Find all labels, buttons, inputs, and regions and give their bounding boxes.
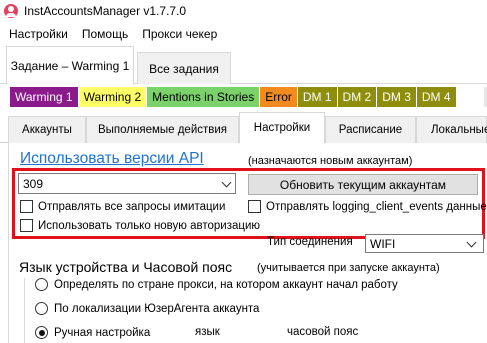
task-tab-warming-1[interactable]: Warming 1	[10, 87, 79, 107]
task-tab-mentions-in-stories[interactable]: Mentions in Stories	[147, 87, 261, 107]
task-tab-error[interactable]: Error	[260, 87, 298, 107]
imitation-checkbox[interactable]	[20, 200, 33, 213]
menu-proxy-checker[interactable]: Прокси чекер	[135, 24, 224, 44]
logging-checkbox-row[interactable]: Отправлять logging_client_events данные	[248, 200, 487, 213]
api-version-note: (назначаются новым аккаунтам)	[248, 155, 413, 167]
panel-border	[8, 143, 9, 343]
task-color-tabs: Warming 1 Warming 2 Mentions in Stories Err…	[10, 87, 457, 107]
connection-type-value: WIFI	[370, 236, 396, 251]
radio-row-useragent[interactable]: По локализации ЮзерАгента аккаунта	[35, 302, 259, 315]
connection-type-label: Тип соединения	[267, 236, 353, 248]
task-tab-dm-1[interactable]: DM 1	[297, 87, 338, 107]
api-version-heading[interactable]: Использовать версии API	[20, 150, 204, 168]
task-tab-warming-2[interactable]: Warming 2	[78, 87, 148, 107]
manual-timezone-label: часовой пояс	[287, 326, 359, 338]
outer-tab-strip: Задание – Warming 1 Все задания	[0, 46, 487, 85]
logging-checkbox[interactable]	[248, 200, 261, 213]
language-timezone-heading: Язык устройства и Часовой пояс	[19, 259, 233, 275]
tab-schedule[interactable]: Расписание	[325, 116, 416, 143]
chevron-down-icon	[466, 237, 477, 248]
api-version-select[interactable]: 309	[18, 173, 236, 194]
menu-help[interactable]: Помощь	[75, 24, 135, 44]
radio-manual[interactable]	[35, 326, 48, 339]
imitation-checkbox-row[interactable]: Отправлять все запросы имитации	[20, 200, 225, 213]
radio-row-proxy-country[interactable]: Определять по стране прокси, на котором …	[35, 278, 398, 291]
radio-useragent-label: По локализации ЮзерАгента аккаунта	[54, 302, 260, 315]
task-tab-dm-3[interactable]: DM 3	[377, 87, 417, 107]
language-group-border	[24, 278, 25, 343]
connection-type-select[interactable]: WIFI	[365, 234, 484, 253]
settings-tab-strip: Аккаунты Выполняемые действия Настройки …	[0, 112, 487, 144]
tab-settings[interactable]: Настройки	[239, 112, 325, 144]
api-version-value: 309	[23, 176, 44, 191]
tab-local[interactable]: Локальные	[416, 116, 487, 143]
radio-proxy-country-label: Определять по стране прокси, на котором …	[54, 278, 398, 291]
radio-manual-label: Ручная настройка	[54, 326, 151, 339]
title-bar: InstAccountsManager v1.7.7.0	[0, 0, 487, 22]
new-auth-checkbox-label: Использовать только новую авторизацию	[38, 219, 261, 232]
tab-actions[interactable]: Выполняемые действия	[86, 116, 239, 143]
manual-language-label: язык	[195, 326, 220, 338]
imitation-checkbox-label: Отправлять все запросы имитации	[38, 200, 226, 213]
radio-useragent[interactable]	[35, 302, 48, 315]
task-tab-dm-2[interactable]: DM 2	[337, 87, 378, 107]
menu-settings[interactable]: Настройки	[0, 24, 75, 44]
radio-proxy-country[interactable]	[35, 278, 48, 291]
task-tab-dm-4[interactable]: DM 4	[416, 87, 457, 107]
language-timezone-note: (учитывается при запуске аккаунта)	[257, 262, 440, 274]
radio-row-manual[interactable]: Ручная настройка	[35, 326, 150, 339]
update-current-accounts-button[interactable]: Обновить текущим аккаунтам	[248, 174, 478, 195]
tab-accounts[interactable]: Аккаунты	[8, 116, 86, 143]
tab-all-tasks[interactable]: Все задания	[137, 52, 231, 84]
logging-checkbox-label: Отправлять logging_client_events данные	[266, 200, 487, 213]
window-title: InstAccountsManager v1.7.7.0	[24, 4, 187, 18]
menu-bar: Настройки Помощь Прокси чекер	[0, 24, 224, 44]
new-auth-checkbox[interactable]	[20, 219, 33, 232]
tab-task-warming-1[interactable]: Задание – Warming 1	[6, 46, 134, 85]
instagram-profile-icon	[4, 4, 18, 18]
chevron-down-icon	[221, 177, 232, 188]
new-auth-checkbox-row[interactable]: Использовать только новую авторизацию	[20, 219, 260, 232]
